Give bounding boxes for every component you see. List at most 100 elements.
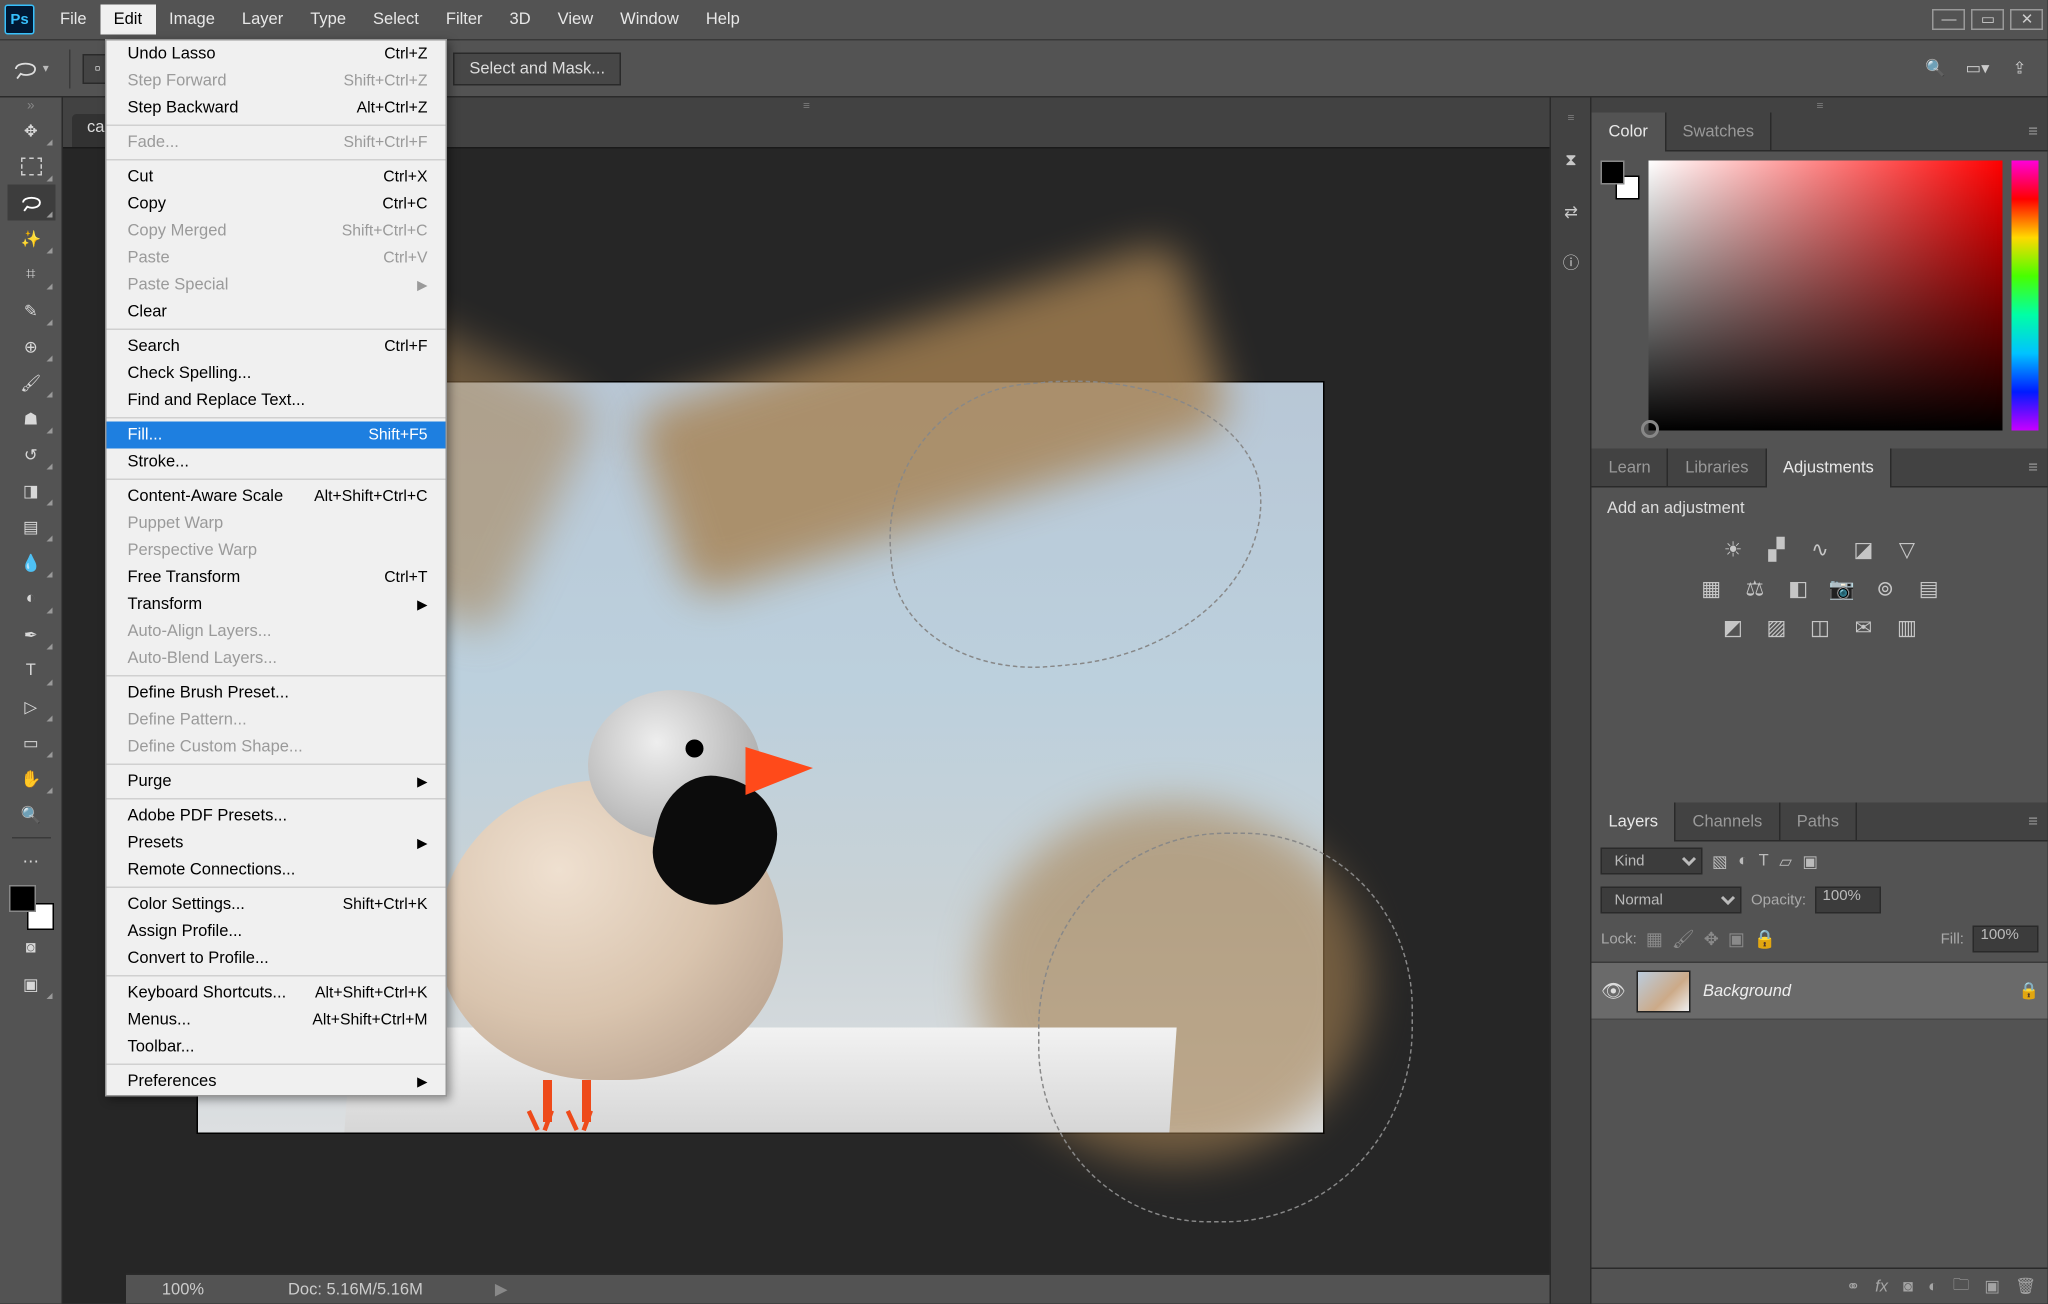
vibrance-icon[interactable]: ▽ [1893,536,1920,563]
threshold-icon[interactable]: ◫ [1806,614,1833,641]
menu-item-cut[interactable]: CutCtrl+X [107,164,446,191]
panel-menu-icon[interactable]: ≡ [2018,458,2048,476]
exposure-icon[interactable]: ◪ [1850,536,1877,563]
properties-panel-icon[interactable]: ⇄ [1556,197,1586,227]
blend-mode-select[interactable]: Normal [1601,887,1742,914]
healing-brush-tool[interactable]: ⊕ [7,329,55,365]
search-icon[interactable]: 🔍 [1922,55,1949,82]
menu-select[interactable]: Select [360,5,433,35]
menu-item-convert-to-profile[interactable]: Convert to Profile... [107,945,446,972]
menu-item-clear[interactable]: Clear [107,299,446,326]
window-close-button[interactable]: ✕ [2010,9,2043,30]
shape-tool[interactable]: ▭ [7,725,55,761]
info-panel-icon[interactable]: ⓘ [1556,248,1586,278]
invert-icon[interactable]: ◩ [1719,614,1746,641]
quick-mask-button[interactable]: ◙ [7,930,55,966]
clone-stamp-tool[interactable]: ☗ [7,401,55,437]
menu-item-presets[interactable]: Presets▶ [107,830,446,857]
black-white-icon[interactable]: ◧ [1785,575,1812,602]
lock-position-icon[interactable]: ✥ [1704,929,1719,950]
pen-tool[interactable]: ✒ [7,617,55,653]
adjustment-layer-icon[interactable]: ◐ [1928,1278,1938,1296]
menu-image[interactable]: Image [156,5,229,35]
menu-item-assign-profile[interactable]: Assign Profile... [107,918,446,945]
menu-item-content-aware-scale[interactable]: Content-Aware ScaleAlt+Shift+Ctrl+C [107,483,446,510]
menu-item-keyboard-shortcuts[interactable]: Keyboard Shortcuts...Alt+Shift+Ctrl+K [107,980,446,1007]
menu-view[interactable]: View [544,5,606,35]
filter-type-icon[interactable]: T [1759,851,1769,871]
menu-type[interactable]: Type [297,5,360,35]
menu-item-toolbar[interactable]: Toolbar... [107,1034,446,1061]
gradient-map-icon[interactable]: ▥ [1893,614,1920,641]
toolbox-grip[interactable] [0,98,62,113]
current-tool-icon[interactable]: ▾ [9,50,51,86]
filter-pixel-icon[interactable]: ▧ [1712,851,1728,871]
tab-channels[interactable]: Channels [1676,802,1780,841]
layer-filter-kind[interactable]: Kind [1601,848,1703,875]
lasso-tool[interactable] [7,185,55,221]
layer-thumbnail[interactable] [1637,970,1691,1012]
history-panel-icon[interactable]: ⧗ [1556,146,1586,176]
menu-help[interactable]: Help [692,5,753,35]
lock-artboard-icon[interactable]: ▣ [1728,929,1745,950]
menu-item-preferences[interactable]: Preferences▶ [107,1068,446,1095]
menu-item-copy[interactable]: CopyCtrl+C [107,191,446,218]
lock-transparent-icon[interactable]: ▦ [1646,929,1663,950]
layer-mask-icon[interactable]: ◙ [1903,1278,1913,1296]
window-restore-button[interactable]: ▭ [1971,9,2004,30]
selective-color-icon[interactable]: ✉ [1850,614,1877,641]
tab-libraries[interactable]: Libraries [1669,448,1767,487]
menu-filter[interactable]: Filter [432,5,496,35]
menu-item-free-transform[interactable]: Free TransformCtrl+T [107,564,446,591]
layer-name[interactable]: Background [1703,982,1791,1000]
tab-learn[interactable]: Learn [1592,448,1669,487]
layer-style-icon[interactable]: fx [1875,1278,1888,1296]
magic-wand-tool[interactable]: ✨ [7,221,55,257]
status-flyout-arrow[interactable]: ▶ [495,1280,508,1300]
menu-item-adobe-pdf-presets[interactable]: Adobe PDF Presets... [107,803,446,830]
move-tool[interactable]: ✥ [7,113,55,149]
delete-layer-icon[interactable]: 🗑 [2015,1277,2036,1297]
zoom-tool[interactable]: 🔍 [7,797,55,833]
share-icon[interactable]: ⇪ [2006,55,2033,82]
levels-icon[interactable]: ▞ [1763,536,1790,563]
menu-item-step-backward[interactable]: Step BackwardAlt+Ctrl+Z [107,95,446,122]
filter-smart-icon[interactable]: ▣ [1802,851,1818,871]
tab-swatches[interactable]: Swatches [1666,112,1772,151]
layer-visibility-toggle[interactable]: 👁 [1601,979,1625,1003]
menu-item-search[interactable]: SearchCtrl+F [107,333,446,360]
marquee-tool[interactable] [7,149,55,185]
history-brush-tool[interactable]: ↺ [7,437,55,473]
document-info[interactable]: Doc: 5.16M/5.16M [288,1281,423,1299]
menu-item-check-spelling[interactable]: Check Spelling... [107,360,446,387]
hue-slider[interactable] [2012,161,2039,431]
tab-layers[interactable]: Layers [1592,802,1676,841]
curves-icon[interactable]: ∿ [1806,536,1833,563]
gradient-tool[interactable]: ▤ [7,509,55,545]
eyedropper-tool[interactable]: ✎ [7,293,55,329]
menu-item-stroke[interactable]: Stroke... [107,449,446,476]
filter-shape-icon[interactable]: ▱ [1779,851,1792,871]
channel-mixer-icon[interactable]: ⊚ [1872,575,1899,602]
menu-item-remote-connections[interactable]: Remote Connections... [107,857,446,884]
menu-layer[interactable]: Layer [228,5,296,35]
opacity-field[interactable]: 100% [1815,887,1881,914]
menu-file[interactable]: File [47,5,101,35]
fill-field[interactable]: 100% [1973,926,2039,953]
brightness-contrast-icon[interactable]: ☀ [1719,536,1746,563]
foreground-background-colors[interactable] [8,885,53,930]
link-layers-icon[interactable]: ⚭ [1846,1277,1860,1297]
menu-edit[interactable]: Edit [100,5,155,35]
menu-item-menus[interactable]: Menus...Alt+Shift+Ctrl+M [107,1007,446,1034]
new-layer-icon[interactable]: ▣ [1984,1277,2000,1297]
photo-filter-icon[interactable]: 📷 [1828,575,1855,602]
eraser-tool[interactable]: ◨ [7,473,55,509]
menu-item-purge[interactable]: Purge▶ [107,768,446,795]
menu-item-define-brush-preset[interactable]: Define Brush Preset... [107,680,446,707]
blur-tool[interactable]: 💧 [7,545,55,581]
zoom-level[interactable]: 100% [138,1281,228,1299]
lock-all-icon[interactable]: 🔒 [1754,929,1776,950]
panel-menu-icon[interactable]: ≡ [2018,812,2048,830]
menu-window[interactable]: Window [607,5,693,35]
window-minimize-button[interactable]: — [1932,9,1965,30]
